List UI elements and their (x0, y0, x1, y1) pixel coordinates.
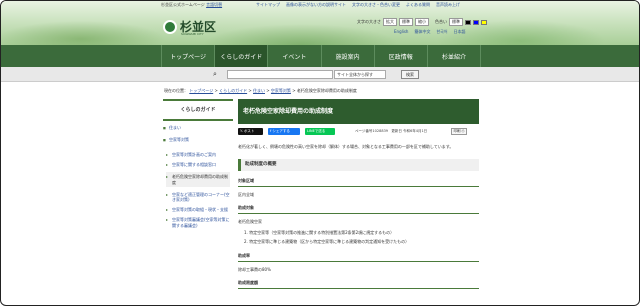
facebook-share-button[interactable]: f シェアする (268, 128, 300, 135)
lang-chinese[interactable]: 簡体中文 (414, 29, 430, 35)
eligibility-list: 1. 特定空家等（空家等対策の推進に関する特別措置法第2条第2項に規定するもの）… (238, 228, 479, 246)
x-post-label: ポスト (243, 129, 255, 133)
subsection-text: 区内全域 (238, 192, 254, 197)
color-black-swatch[interactable] (465, 19, 471, 25)
lang-japanese[interactable]: 日本語 (454, 29, 466, 35)
header-note-text: 杉並区公式ホームページ (161, 2, 205, 7)
color-label: 色合い (435, 19, 447, 24)
sidebar-item[interactable]: 空家等対策の取組・現状・支援 (166, 207, 230, 212)
sidebar: くらしのガイド 住まい 空家等対策 空家等対策計画のご案内 空家等に関する相談窓… (163, 99, 233, 236)
list-item: 1. 特定空家等（空家等対策の推進に関する特別措置法第2条第2項に規定するもの） (244, 230, 395, 235)
nav-top-page[interactable]: トップページ (161, 45, 214, 67)
language-links: English 簡体中文 한국어 日本語 (394, 29, 466, 35)
nav-government[interactable]: 区政情報 (373, 45, 427, 67)
browser-frame: 杉並区公式ホームページ 言語切替 サイトマップ 画像の表示がない方の説明サイト … (0, 0, 640, 306)
subsection-heading: 助成率 (238, 253, 479, 262)
facebook-share-label: シェアする (272, 129, 290, 133)
logo-subtitle: SUGINAMI CITY (181, 32, 204, 36)
color-standard-button[interactable]: 標準 (449, 18, 463, 26)
share-row: 𝕏 ポスト f シェアする LINEで送る ページ番号1028839 更新日 令… (238, 128, 479, 137)
breadcrumb-item[interactable]: 空家等対策 (271, 88, 291, 93)
page-meta: ページ番号1028839 更新日 令和6年4月1日 (355, 129, 427, 134)
breadcrumb-label: 現在の位置： (164, 88, 188, 93)
header-note: 杉並区公式ホームページ 言語切替 (161, 2, 222, 8)
nav-facilities[interactable]: 施設案内 (320, 45, 374, 67)
sidebar-item[interactable]: 空家等対策計画のご案内 (166, 152, 230, 157)
sidebar-item[interactable]: 空家等対策審議会(空家等対策に関する審議会) (166, 217, 230, 227)
intro-text: 老朽化が著しく、倒壊の危険性の高い空家を除却（解体）する場合、対象となる工事費用… (238, 144, 454, 149)
sidebar-housing-link[interactable]: 住まい (163, 125, 233, 131)
sidebar-heading: くらしのガイド (163, 99, 233, 121)
printer-icon: ⎙ (461, 129, 465, 133)
subsection-text: 除却工事費の80% (238, 267, 271, 272)
sitemap-link[interactable]: サイトマップ (256, 2, 280, 8)
page-id: ページ番号1028839 (355, 129, 389, 133)
text-to-speech-link[interactable]: 音声読み上げ (436, 2, 460, 8)
search-button[interactable]: 検索 (401, 70, 419, 79)
list-item: 2. 特定空家等に準じる建築物（区から特定空家等に準じる建築物の判定通知を受けた… (244, 239, 410, 244)
accessibility-settings-link[interactable]: 文字の大きさ・色合い変更 (352, 2, 400, 8)
subsection-heading: 対象区域 (238, 178, 479, 187)
updated-date: 更新日 令和6年4月1日 (391, 129, 428, 133)
global-nav: トップページ くらしのガイド イベント 施設案内 区政情報 杉並紹介 (1, 45, 639, 67)
site-logo[interactable]: 杉並区 SUGINAMI CITY (163, 18, 216, 36)
font-standard-button[interactable]: 標準 (399, 18, 413, 26)
search-icon: ⌕ (213, 70, 217, 78)
breadcrumb: 現在の位置： トップページ > くらしのガイド > 住まい > 空家等対策 > … (164, 88, 357, 93)
subsection-heading: 助成限度額 (238, 280, 479, 289)
font-enlarge-button[interactable]: 拡大 (383, 18, 397, 26)
print-label: 印刷 (453, 129, 461, 133)
page-title: 老朽危険空家除却費用の助成制度 (238, 99, 479, 124)
color-blue-swatch[interactable] (473, 19, 479, 25)
breadcrumb-item[interactable]: トップページ (189, 88, 213, 93)
breadcrumb-current: 老朽危険空家除却費用の助成制度 (296, 88, 357, 93)
color-yellow-swatch[interactable] (481, 19, 487, 25)
search-scope-select[interactable]: サイト全体から探す (334, 70, 386, 79)
subsection-heading: 助成対象 (238, 205, 479, 214)
subsection-text: 老朽危険空家 (238, 219, 262, 224)
nav-about[interactable]: 杉並紹介 (426, 45, 482, 67)
faq-link[interactable]: よくある質問 (406, 2, 430, 8)
sidebar-vacant-house-link[interactable]: 空家等対策 (163, 137, 233, 143)
breadcrumb-item[interactable]: くらしのガイド (219, 88, 247, 93)
nav-events[interactable]: イベント (267, 45, 320, 67)
sidebar-item[interactable]: 空家など適正管理のコーナー(空き家対策) (166, 192, 230, 202)
language-switch-link[interactable]: 言語切替 (206, 2, 222, 7)
lang-korean[interactable]: 한국어 (436, 29, 447, 35)
lang-english[interactable]: English (394, 29, 408, 35)
main-content: 老朽危険空家除却費用の助成制度 𝕏 ポスト f シェアする LINEで送る ペー… (238, 99, 479, 289)
section-heading: 助成制度の概要 (238, 159, 479, 171)
font-size-label: 文字の大きさ (357, 19, 381, 24)
print-button[interactable]: 印刷 ⎙ (451, 128, 467, 135)
image-description-link[interactable]: 画像の表示がない方の説明サイト (286, 2, 346, 8)
line-share-button[interactable]: LINEで送る (305, 128, 335, 135)
font-reduce-button[interactable]: 縮小 (415, 18, 429, 26)
breadcrumb-item[interactable]: 住まい (253, 88, 265, 93)
nav-living-guide[interactable]: くらしのガイド (214, 45, 268, 67)
search-input[interactable] (227, 70, 333, 79)
sidebar-item[interactable]: 空家等に関する相談窓口 (166, 162, 230, 167)
display-controls: 文字の大きさ 拡大 標準 縮小 色合い 標準 (357, 18, 487, 26)
search-bar: ⌕ サイト全体から探す 検索 (1, 67, 639, 82)
logo-mark-icon (163, 19, 177, 34)
header-utility-links: サイトマップ 画像の表示がない方の説明サイト 文字の大きさ・色合い変更 よくある… (256, 2, 460, 8)
x-post-button[interactable]: 𝕏 ポスト (238, 128, 263, 135)
line-share-label: LINEで送る (307, 129, 326, 133)
sidebar-item-current: 老朽危険空家除却費用の助成制度 (166, 172, 230, 187)
site-header: 杉並区公式ホームページ 言語切替 サイトマップ 画像の表示がない方の説明サイト … (1, 1, 639, 45)
